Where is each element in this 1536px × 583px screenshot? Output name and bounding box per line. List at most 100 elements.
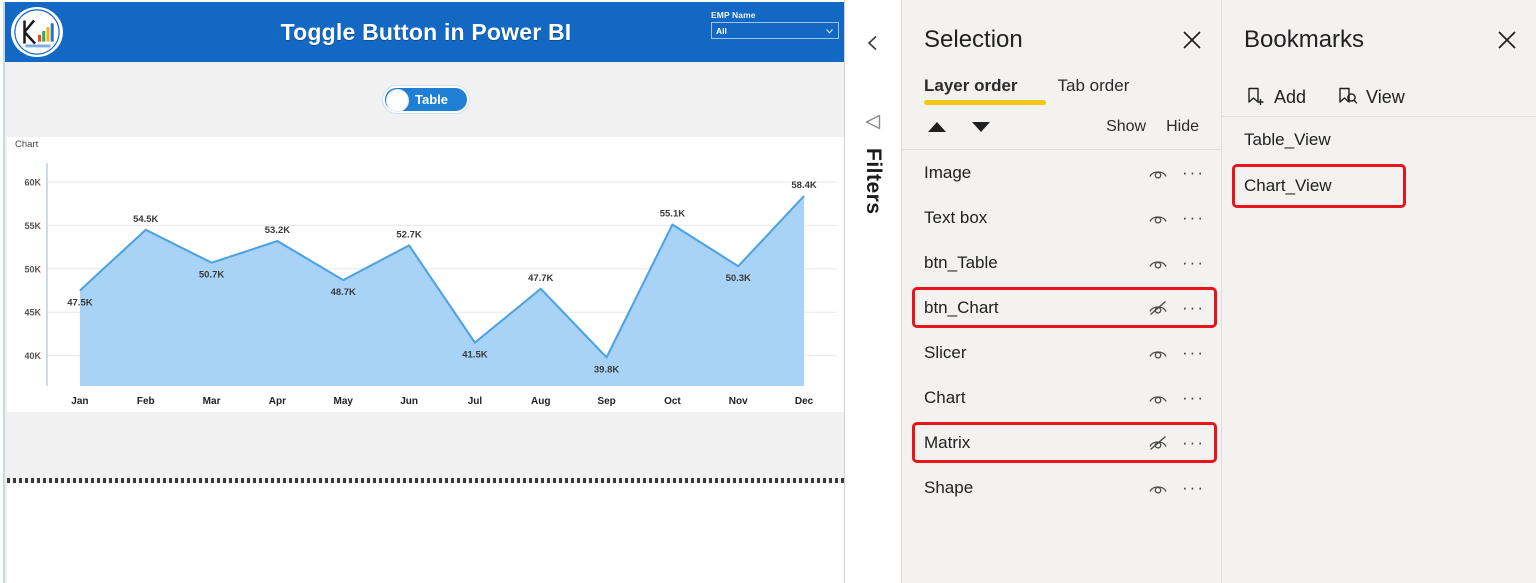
slicer-emp-name[interactable]: EMP Name All — [711, 10, 839, 39]
data-label: 47.5K — [67, 298, 92, 309]
toggle-button-table[interactable]: Table — [383, 86, 469, 113]
layer-row[interactable]: Slicer ··· — [902, 330, 1221, 375]
show-all-button[interactable]: Show — [1106, 118, 1146, 136]
layer-row[interactable]: btn_Table ··· — [902, 240, 1221, 285]
data-label: 47.7K — [528, 273, 553, 284]
eye-hidden-icon[interactable] — [1148, 435, 1168, 451]
layer-row-icons: ··· — [1148, 389, 1205, 406]
more-options-icon[interactable]: ··· — [1182, 344, 1205, 361]
add-bookmark-button[interactable]: Add — [1244, 86, 1306, 108]
chart-visual[interactable]: Chart 40K 45K 50K 55K 60K 47.5K 54.5K 50.7K 53.2… — [7, 137, 844, 412]
layer-row-icons: ··· — [1148, 164, 1205, 181]
more-options-icon[interactable]: ··· — [1182, 164, 1205, 181]
slicer-label: EMP Name — [711, 10, 756, 20]
close-icon[interactable] — [1496, 29, 1518, 51]
layer-name: btn_Table — [924, 252, 998, 272]
layer-row-icons: ··· — [1148, 254, 1205, 271]
data-label: 54.5K — [133, 214, 158, 225]
eye-visible-icon[interactable] — [1148, 165, 1168, 181]
eye-visible-icon[interactable] — [1148, 480, 1168, 496]
add-bookmark-label: Add — [1274, 86, 1307, 107]
more-options-icon[interactable]: ··· — [1182, 209, 1205, 226]
close-icon[interactable] — [1181, 29, 1203, 51]
y-axis-tick-label: 45K — [24, 308, 41, 318]
x-axis-tick-label: Nov — [729, 396, 748, 407]
layer-row[interactable]: btn_Chart ··· — [902, 285, 1221, 330]
more-options-icon[interactable]: ··· — [1182, 389, 1205, 406]
eye-visible-icon[interactable] — [1148, 255, 1168, 271]
more-options-icon[interactable]: ··· — [1182, 299, 1205, 316]
chart-title: Chart — [15, 139, 39, 150]
tab-tab-order[interactable]: Tab order — [1058, 76, 1130, 106]
area-chart-plot: 40K 45K 50K 55K 60K 47.5K 54.5K 50.7K 53.2K 48.7K… — [24, 163, 837, 407]
eye-visible-icon[interactable] — [1148, 345, 1168, 361]
layer-row-icons: ··· — [1148, 344, 1205, 361]
power-bi-report-window: Toggle Button in Power BI EMP Name All T… — [0, 0, 1536, 583]
y-axis-tick-label: 60K — [24, 178, 41, 188]
layer-name: Image — [924, 162, 972, 182]
bookmarks-pane-title: Bookmarks — [1244, 26, 1365, 53]
more-options-icon[interactable]: ··· — [1182, 479, 1205, 496]
tab-layer-order[interactable]: Layer order — [924, 76, 1046, 106]
layer-row[interactable]: Text box ··· — [902, 195, 1221, 240]
x-axis-tick-label: Apr — [269, 396, 286, 407]
layer-row[interactable]: Chart ··· — [902, 375, 1221, 420]
more-options-icon[interactable]: ··· — [1182, 254, 1205, 271]
data-label: 48.7K — [331, 287, 356, 298]
slicer-dropdown[interactable]: All — [711, 22, 839, 39]
data-label: 52.7K — [396, 229, 421, 240]
layer-name: Slicer — [924, 342, 967, 362]
bookmark-name: Chart_View — [1244, 176, 1332, 195]
bookmark-row[interactable]: Chart_View — [1222, 163, 1536, 209]
toggle-label: Table — [415, 92, 448, 107]
y-axis-tick-label: 55K — [24, 221, 41, 231]
eye-visible-icon[interactable] — [1148, 390, 1168, 406]
x-axis-tick-label: Oct — [664, 396, 681, 407]
eye-visible-icon[interactable] — [1148, 210, 1168, 226]
layer-row[interactable]: Shape ··· — [902, 465, 1221, 510]
report-blank-band — [7, 412, 844, 480]
chevron-left-icon[interactable] — [864, 34, 882, 52]
data-label: 55.1K — [660, 209, 685, 220]
data-label: 50.3K — [726, 273, 751, 284]
bookmark-row[interactable]: Table_View — [1222, 117, 1536, 163]
layer-row[interactable]: Matrix ··· — [902, 420, 1221, 465]
layer-row[interactable]: Image ··· — [902, 150, 1221, 195]
data-label: 41.5K — [462, 350, 487, 361]
x-axis-tick-label: Jun — [400, 396, 418, 407]
arrow-down-icon[interactable] — [970, 119, 992, 135]
layer-name: btn_Chart — [924, 297, 999, 317]
x-axis-tick-label: Dec — [795, 396, 814, 407]
bookmarks-actions: Add View — [1222, 54, 1536, 116]
selection-pane-header: Selection — [902, 0, 1221, 54]
selection-tabs: Layer order Tab order — [902, 54, 1221, 106]
arrow-up-icon[interactable] — [926, 119, 948, 135]
bookmarks-list: Table_View Chart_View — [1222, 116, 1536, 209]
y-axis-tick-label: 40K — [24, 351, 41, 361]
x-axis-tick-label: Jan — [71, 396, 88, 407]
more-options-icon[interactable]: ··· — [1182, 434, 1205, 451]
filters-pane-collapsed[interactable]: Filters — [845, 0, 902, 583]
data-label: 39.8K — [594, 364, 619, 375]
toggle-knob[interactable] — [386, 89, 409, 112]
report-page: Toggle Button in Power BI EMP Name All T… — [3, 2, 844, 583]
view-bookmark-button[interactable]: View — [1336, 86, 1405, 108]
layer-row-icons: ··· — [1148, 209, 1205, 226]
bookmarks-pane: Bookmarks Add View Table_View Chart_View — [1222, 0, 1536, 583]
slicer-selected-value: All — [716, 25, 727, 36]
layer-name: Matrix — [924, 432, 971, 452]
layer-order-list: Image ··· Text box ··· btn_Table ··· btn_Chart… — [902, 149, 1221, 510]
x-axis-tick-label: Feb — [137, 396, 155, 407]
selection-pane-title: Selection — [924, 26, 1023, 53]
eye-hidden-icon[interactable] — [1148, 300, 1168, 316]
y-axis-tick-label: 50K — [24, 264, 41, 274]
x-axis-tick-label: May — [334, 396, 354, 407]
view-bookmark-label: View — [1366, 86, 1405, 107]
filter-funnel-icon[interactable] — [863, 112, 883, 132]
chevron-down-icon — [826, 28, 833, 34]
data-label: 53.2K — [265, 225, 290, 236]
data-label: 58.4K — [791, 180, 816, 191]
layer-row-icons: ··· — [1148, 299, 1205, 316]
hide-all-button[interactable]: Hide — [1166, 118, 1199, 136]
layer-name: Chart — [924, 387, 966, 407]
